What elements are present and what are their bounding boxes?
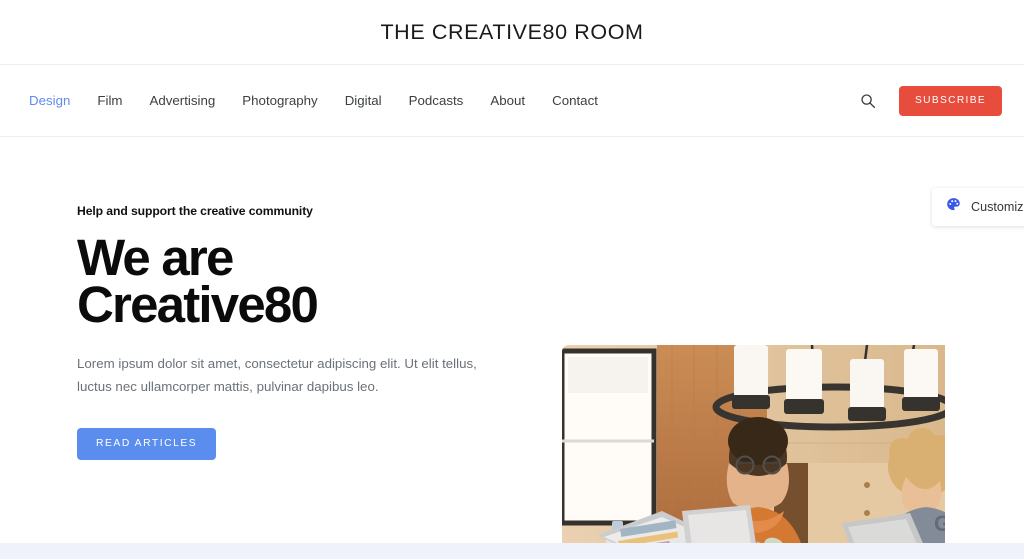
nav-item-photography[interactable]: Photography	[242, 93, 317, 108]
hero-headline: We are Creative80	[77, 229, 517, 333]
nav-item-podcasts[interactable]: Podcasts	[409, 93, 464, 108]
palette-icon	[946, 197, 961, 217]
site-masthead: THE CREATIVE80 ROOM	[0, 0, 1024, 65]
nav-actions: SUBSCRIBE	[859, 85, 1002, 116]
nav-list: Design Film Advertising Photography Digi…	[29, 93, 598, 108]
customize-button[interactable]: Customize	[932, 188, 1024, 226]
nav-item-contact[interactable]: Contact	[552, 93, 598, 108]
hero-headline-line-1: We are	[77, 229, 234, 286]
hero-headline-line-2: Creative80	[77, 275, 319, 333]
nav-item-film[interactable]: Film	[97, 93, 122, 108]
nav-item-about[interactable]: About	[490, 93, 525, 108]
page-root: THE CREATIVE80 ROOM Design Film Advertis…	[0, 0, 1024, 559]
hero-paragraph: Lorem ipsum dolor sit amet, consectetur …	[77, 355, 477, 394]
nav-item-design[interactable]: Design	[29, 93, 70, 108]
subscribe-button[interactable]: SUBSCRIBE	[898, 85, 1002, 116]
nav-item-digital[interactable]: Digital	[345, 93, 382, 108]
hero-image: G	[562, 345, 945, 559]
hero-eyebrow: Help and support the creative community	[77, 204, 313, 218]
primary-navigation: Design Film Advertising Photography Digi…	[0, 65, 1024, 137]
hero-section: Help and support the creative community …	[0, 137, 1024, 559]
customize-label: Customize	[971, 200, 1024, 214]
bottom-accent-band	[0, 543, 1024, 559]
read-articles-button[interactable]: READ ARTICLES	[77, 427, 217, 460]
nav-item-advertising[interactable]: Advertising	[150, 93, 216, 108]
hero-copy: Help and support the creative community …	[77, 204, 517, 460]
page-title: THE CREATIVE80 ROOM	[380, 19, 644, 44]
search-icon[interactable]	[859, 92, 877, 110]
